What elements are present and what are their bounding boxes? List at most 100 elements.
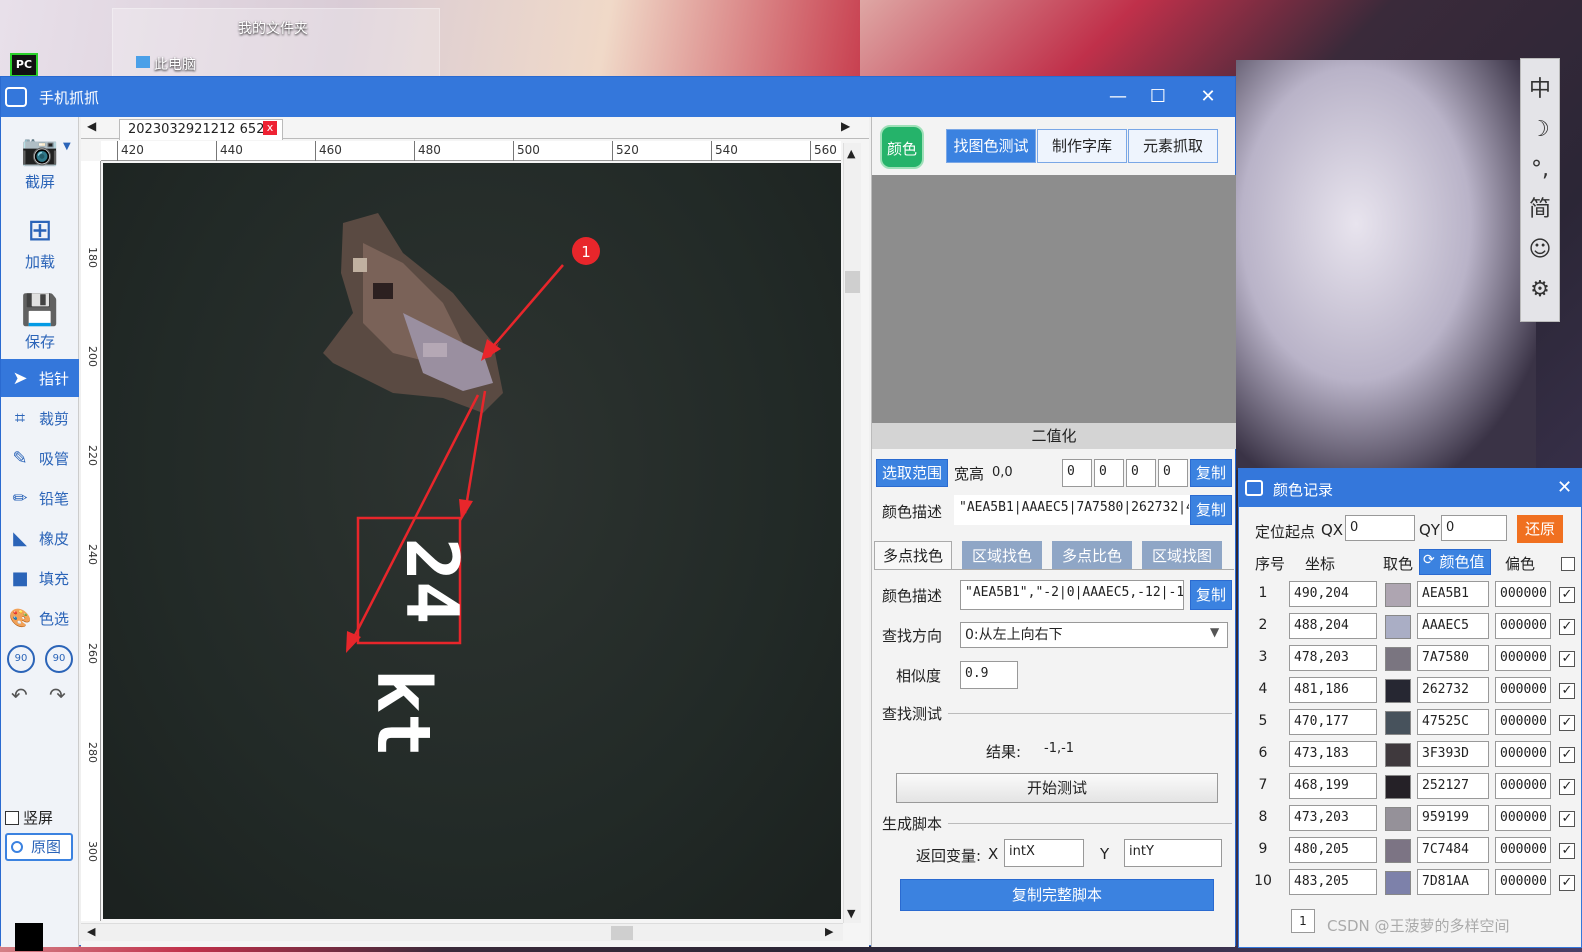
foreground-color-swatch[interactable]	[15, 923, 43, 951]
restore-button[interactable]: 还原	[1517, 515, 1563, 543]
this-pc-icon[interactable]	[136, 56, 150, 68]
horizontal-scrollbar[interactable]: ◀ ▶	[81, 923, 843, 941]
qx-input[interactable]: 0	[1345, 515, 1415, 541]
row-deviation-field[interactable]: 000000	[1495, 741, 1551, 767]
row-color-value-field[interactable]: 252127	[1417, 773, 1489, 799]
rotate-right-90-icon[interactable]: 90	[45, 645, 73, 673]
row-deviation-field[interactable]: 000000	[1495, 645, 1551, 671]
row-color-value-field[interactable]: 7C7484	[1417, 837, 1489, 863]
row-color-swatch[interactable]	[1385, 871, 1411, 895]
vertical-scroll-thumb[interactable]	[845, 271, 860, 293]
row-color-value-field[interactable]: AAAEC5	[1417, 613, 1489, 639]
color-record-row[interactable]: 7 468,199 252127 000000 ✓	[1239, 769, 1582, 801]
screenshot-button[interactable]: 📷 截屏	[1, 123, 79, 201]
tool-pointer[interactable]: ➤ 指针	[1, 359, 79, 397]
copy-full-script-button[interactable]: 复制完整脚本	[900, 879, 1214, 911]
row-color-value-field[interactable]: AEA5B1	[1417, 581, 1489, 607]
row-deviation-field[interactable]: 000000	[1495, 773, 1551, 799]
copy-multi-color-button[interactable]: 复制	[1190, 580, 1232, 610]
row-color-value-field[interactable]: 7A7580	[1417, 645, 1489, 671]
tab-element-capture[interactable]: 元素抓取	[1128, 129, 1218, 163]
select-range-button[interactable]: 选取范围	[876, 459, 948, 487]
color-record-row[interactable]: 1 490,204 AEA5B1 000000 ✓	[1239, 577, 1582, 609]
horizontal-scroll-thumb[interactable]	[611, 926, 633, 940]
rotate-left-90-icon[interactable]: 90	[7, 645, 35, 673]
return-x-input[interactable]: intX	[1004, 839, 1084, 867]
binarize-header[interactable]: 二值化	[872, 423, 1236, 449]
color-record-close-button[interactable]: ✕	[1557, 477, 1572, 498]
row-color-swatch[interactable]	[1385, 743, 1411, 767]
row-checkbox[interactable]: ✓	[1559, 843, 1575, 859]
row-checkbox[interactable]: ✓	[1559, 747, 1575, 763]
scroll-up-icon[interactable]: ▲	[847, 147, 855, 160]
color-mode-button[interactable]: 颜色	[880, 125, 924, 169]
close-button[interactable]: ✕	[1193, 83, 1223, 111]
copy-color-desc-button[interactable]: 复制	[1190, 495, 1232, 525]
row-checkbox[interactable]: ✓	[1559, 811, 1575, 827]
save-button[interactable]: 💾 保存	[1, 283, 79, 361]
row-checkbox[interactable]: ✓	[1559, 587, 1575, 603]
row-color-swatch[interactable]	[1385, 775, 1411, 799]
row-coord-field[interactable]: 478,203	[1289, 645, 1377, 671]
row-color-swatch[interactable]	[1385, 583, 1411, 607]
subtab-multi-point-compare[interactable]: 多点比色	[1052, 541, 1132, 569]
color-record-row[interactable]: 5 470,177 47525C 000000 ✓	[1239, 705, 1582, 737]
row-coord-field[interactable]: 490,204	[1289, 581, 1377, 607]
row-coord-field[interactable]: 468,199	[1289, 773, 1377, 799]
range-input-3[interactable]: 0	[1126, 459, 1156, 487]
scroll-left-icon[interactable]: ◀	[87, 925, 95, 938]
color-record-row[interactable]: 6 473,183 3F393D 000000 ✓	[1239, 737, 1582, 769]
row-coord-field[interactable]: 470,177	[1289, 709, 1377, 735]
color-record-titlebar[interactable]: 颜色记录 ✕	[1239, 469, 1582, 507]
row-color-swatch[interactable]	[1385, 807, 1411, 831]
ime-toolbar[interactable]: 中 ☽ °, 简 ☺ ⚙	[1520, 58, 1560, 322]
undo-icon[interactable]: ↶	[11, 683, 28, 707]
range-input-2[interactable]: 0	[1094, 459, 1124, 487]
redo-icon[interactable]: ↷	[49, 683, 66, 707]
select-all-checkbox[interactable]	[1561, 557, 1575, 571]
tab-close-icon[interactable]: x	[263, 121, 277, 135]
ime-settings-icon[interactable]: ⚙	[1530, 275, 1550, 305]
subtab-region-find-image[interactable]: 区域找图	[1142, 541, 1222, 569]
row-color-value-field[interactable]: 959199	[1417, 805, 1489, 831]
row-checkbox[interactable]: ✓	[1559, 875, 1575, 891]
row-checkbox[interactable]: ✓	[1559, 683, 1575, 699]
row-coord-field[interactable]: 480,205	[1289, 837, 1377, 863]
color-record-row[interactable]: 2 488,204 AAAEC5 000000 ✓	[1239, 609, 1582, 641]
row-color-swatch[interactable]	[1385, 647, 1411, 671]
tool-eyedropper[interactable]: ✎ 吸管	[1, 439, 79, 477]
minimize-button[interactable]: —	[1103, 83, 1133, 111]
color-desc-field[interactable]: "AEA5B1|AAAEC5|7A7580|262732|475	[954, 495, 1190, 525]
pycharm-icon[interactable]: PC	[10, 53, 38, 77]
row-color-swatch[interactable]	[1385, 679, 1411, 703]
tab-scroll-left-icon[interactable]: ◀	[87, 119, 96, 133]
row-checkbox[interactable]: ✓	[1559, 779, 1575, 795]
row-checkbox[interactable]: ✓	[1559, 651, 1575, 667]
vertical-screen-checkbox[interactable]	[5, 811, 19, 825]
chevron-down-icon[interactable]: ▼	[1210, 625, 1219, 639]
row-color-swatch[interactable]	[1385, 839, 1411, 863]
row-color-value-field[interactable]: 47525C	[1417, 709, 1489, 735]
color-record-row[interactable]: 9 480,205 7C7484 000000 ✓	[1239, 833, 1582, 865]
ime-chinese-icon[interactable]: 中	[1529, 75, 1551, 105]
row-checkbox[interactable]: ✓	[1559, 715, 1575, 731]
row-color-swatch[interactable]	[1385, 615, 1411, 639]
row-coord-field[interactable]: 481,186	[1289, 677, 1377, 703]
desktop-folder-label[interactable]: 我的文件夹	[238, 18, 308, 38]
row-deviation-field[interactable]: 000000	[1495, 869, 1551, 895]
tab-scroll-right-icon[interactable]: ▶	[841, 119, 850, 133]
row-coord-field[interactable]: 473,183	[1289, 741, 1377, 767]
maximize-button[interactable]: ☐	[1143, 83, 1173, 111]
subtab-multi-point-find[interactable]: 多点找色	[874, 541, 952, 569]
tab-find-color-test[interactable]: 找图色测试	[946, 129, 1036, 163]
tool-fill[interactable]: ■ 填充	[1, 559, 79, 597]
vertical-scrollbar[interactable]: ▲ ▼	[843, 143, 861, 923]
row-coord-field[interactable]: 488,204	[1289, 613, 1377, 639]
color-record-row[interactable]: 10 483,205 7D81AA 000000 ✓	[1239, 865, 1582, 897]
ime-simplified-icon[interactable]: 简	[1529, 195, 1551, 225]
screenshot-dropdown-icon[interactable]: ▼	[63, 141, 71, 152]
qy-input[interactable]: 0	[1441, 515, 1507, 541]
row-color-value-field[interactable]: 7D81AA	[1417, 869, 1489, 895]
image-canvas[interactable]: 24 kt 1	[103, 163, 841, 919]
search-direction-select[interactable]: 0:从左上向右下	[960, 622, 1228, 648]
